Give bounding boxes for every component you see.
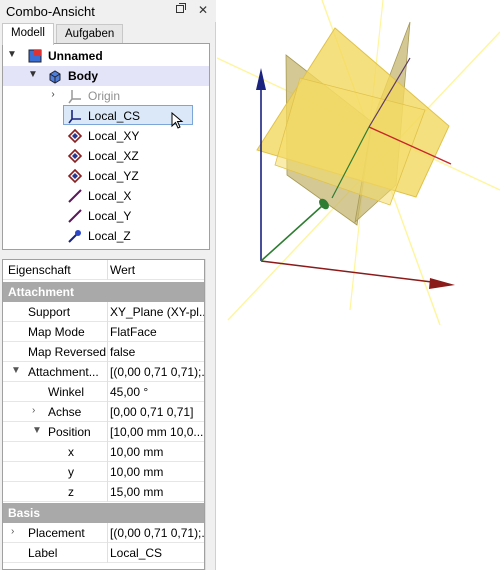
axis-icon [67,208,83,224]
chevron-right-icon[interactable]: › [11,526,21,537]
tree-item-local-xz[interactable]: Local_XZ [3,146,209,166]
property-row-map-mode[interactable]: Map Mode FlatFace [3,322,204,342]
tree-item-label: Local_X [88,189,132,203]
property-value[interactable]: 45,00 ° [110,385,204,399]
plane-icon [67,168,83,184]
property-row-placement[interactable]: › Placement [(0,00 0,71 0,71);... [3,523,204,543]
tree-item-origin[interactable]: › Origin [3,86,209,106]
document-icon [27,48,43,64]
group-label: Attachment [8,285,75,299]
property-name: Map Reversed [28,345,107,359]
property-name: Attachment... [28,365,99,379]
group-label: Basis [8,506,41,520]
property-name: Placement [28,526,85,540]
chevron-right-icon[interactable]: › [47,88,59,102]
property-value[interactable]: Local_CS [110,546,204,560]
axis-icon [67,188,83,204]
combo-title-bar: Combo-Ansicht ✕ [0,0,216,22]
property-name: Support [28,305,71,319]
property-value[interactable]: 10,00 mm [110,445,204,459]
tree-item-body[interactable]: ▼ Body [3,66,209,86]
property-row-achse[interactable]: › Achse [0,00 0,71 0,71] [3,402,204,422]
plane-icon [67,148,83,164]
property-value[interactable]: FlatFace [110,325,204,339]
axis-z-icon [67,228,83,244]
property-value[interactable]: 15,00 mm [110,485,204,499]
property-row-attachment-offset[interactable]: ▼ Attachment... [(0,00 0,71 0,71);... [3,362,204,382]
property-name: Winkel [48,385,85,399]
close-icon[interactable]: ✕ [195,2,211,18]
value-column-header: Wert [110,263,136,277]
global-z-arrowhead [256,68,266,90]
property-row-z[interactable]: z 15,00 mm [3,482,204,502]
property-name: Label [28,546,58,560]
property-row-position[interactable]: ▼ Position [10,00 mm 10,0... [3,422,204,442]
tree-item-label: Local_Y [88,209,132,223]
property-value[interactable]: false [110,345,204,359]
combo-view-panel: Combo-Ansicht ✕ Modell Aufgaben ▼ Unname… [0,0,216,570]
global-x-arrowhead [429,278,455,289]
property-row-y[interactable]: y 10,00 mm [3,462,204,482]
tree-item-local-z[interactable]: Local_Z [3,226,209,246]
property-name: Achse [48,405,82,419]
tree-item-label: Local_XZ [88,149,139,163]
property-scrollbar[interactable] [205,259,215,570]
property-name: z [68,485,74,499]
chevron-down-icon[interactable]: ▼ [6,48,18,62]
float-icon[interactable] [173,2,189,18]
tree-item-local-y[interactable]: Local_Y [3,206,209,226]
tree-item-unnamed[interactable]: ▼ Unnamed [3,46,209,66]
3d-view[interactable] [216,0,500,570]
property-row-x[interactable]: x 10,00 mm [3,442,204,462]
tree-item-local-yz[interactable]: Local_YZ [3,166,209,186]
property-group-basis[interactable]: Basis [3,503,204,523]
property-value[interactable]: XY_Plane (XY-pl... [110,305,204,319]
tab-aufgaben[interactable]: Aufgaben [56,24,124,45]
tab-modell[interactable]: Modell [2,23,54,45]
property-editor: Eigenschaft Wert Attachment Support XY_P… [2,259,205,570]
property-value[interactable]: 10,00 mm [110,465,204,479]
body-icon [47,68,63,84]
3d-scene [216,0,500,326]
property-value[interactable]: [0,00 0,71 0,71] [110,405,204,419]
property-group-attachment[interactable]: Attachment [3,282,204,302]
tree-item-local-cs[interactable]: Local_CS [3,106,209,129]
global-x-axis [260,260,441,284]
tree-item-label: Unnamed [48,49,103,63]
property-header-row: Eigenschaft Wert [3,260,204,280]
property-value[interactable]: [(0,00 0,71 0,71);... [110,526,204,540]
chevron-down-icon[interactable]: ▼ [27,68,39,82]
chevron-down-icon[interactable]: ▼ [32,425,42,436]
property-row-winkel[interactable]: Winkel 45,00 ° [3,382,204,402]
tree-item-local-xy[interactable]: Local_XY [3,126,209,146]
chevron-down-icon[interactable]: ▼ [11,365,21,376]
property-value[interactable]: [(0,00 0,71 0,71);... [110,365,204,379]
tree-item-label: Origin [88,89,121,103]
tree-item-local-x[interactable]: Local_X [3,186,209,206]
property-row-map-reversed[interactable]: Map Reversed false [3,342,204,362]
plane-icon [67,128,83,144]
combo-title: Combo-Ansicht [6,4,95,19]
property-name: x [68,445,74,459]
tree-item-label: Body [68,69,98,83]
model-tree: ▼ Unnamed ▼ Body › Origin Local_CS Local… [2,43,210,250]
property-value[interactable]: [10,00 mm 10,0... [110,425,204,439]
property-name: Position [48,425,91,439]
tree-item-label: Local_Z [88,229,131,243]
property-row-support[interactable]: Support XY_Plane (XY-pl... [3,302,204,322]
chevron-right-icon[interactable]: › [32,405,42,416]
property-column-header: Eigenschaft [8,263,71,277]
freecad-window: Combo-Ansicht ✕ Modell Aufgaben ▼ Unname… [0,0,500,570]
origin-icon [67,88,83,104]
property-row-label[interactable]: Label Local_CS [3,543,204,563]
tree-item-label: Local_XY [88,129,140,143]
property-name: Map Mode [28,325,85,339]
property-name: y [68,465,74,479]
tree-item-label: Local_YZ [88,169,139,183]
tab-bar: Modell Aufgaben [0,22,216,45]
tree-item-label: Local_CS [88,109,141,123]
local-cs-icon [67,108,83,124]
